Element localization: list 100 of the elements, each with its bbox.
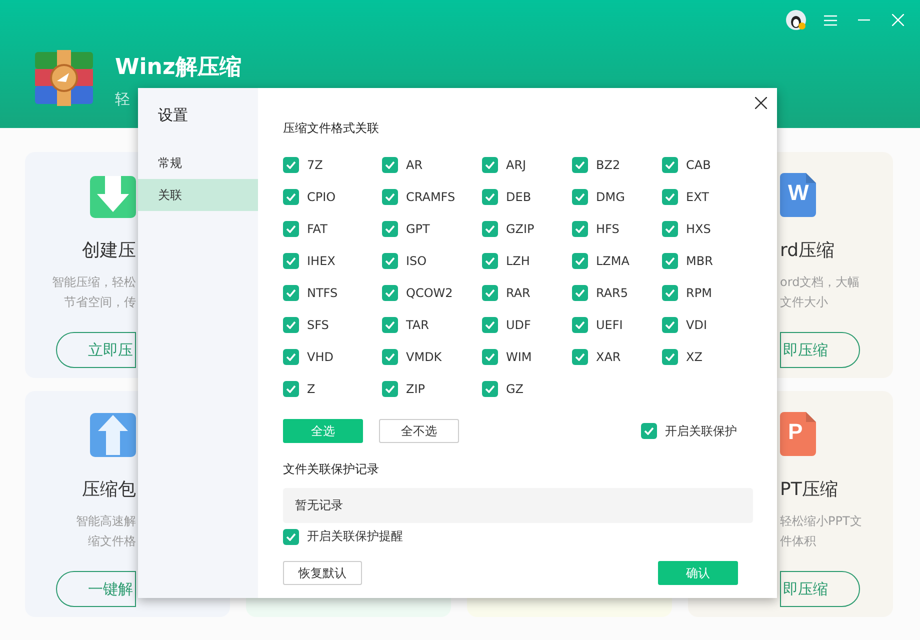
checkbox-label: HXS [686,222,711,236]
format-checkbox[interactable]: RAR5 [572,277,662,309]
check-icon [485,385,495,393]
icon-letter: P [788,419,803,445]
checkbox-label: RAR5 [596,286,628,300]
check-icon [485,289,495,297]
checkbox[interactable] [382,317,398,333]
checkbox[interactable] [283,349,299,365]
document-icon [780,173,816,217]
format-checkbox[interactable]: HFS [572,213,662,245]
format-checkbox[interactable]: WIM [482,341,572,373]
checkbox[interactable] [482,381,498,397]
check-icon [286,385,296,393]
checkbox[interactable] [662,285,678,301]
format-checkbox[interactable]: VMDK [382,341,482,373]
checkbox[interactable] [662,317,678,333]
archive-logo-icon [35,50,93,106]
checkbox[interactable] [283,253,299,269]
check-icon [665,353,675,361]
format-checkbox[interactable]: ZIP [382,373,482,405]
format-checkbox[interactable]: VHD [283,341,382,373]
format-checkbox[interactable]: CPIO [283,181,382,213]
check-icon [385,353,395,361]
sidebar-item[interactable]: 常规 [138,147,258,179]
format-checkbox[interactable]: IHEX [283,245,382,277]
format-checkbox[interactable]: RAR [482,277,572,309]
checkbox[interactable] [382,189,398,205]
format-checkbox[interactable]: GPT [382,213,482,245]
format-checkbox[interactable]: XAR [572,341,662,373]
checkbox[interactable] [382,381,398,397]
checkbox[interactable] [482,317,498,333]
card-title: PT压缩 [780,478,838,501]
checkbox[interactable] [662,221,678,237]
checkbox[interactable] [382,157,398,173]
reset-button[interactable]: 恢复默认 [283,561,362,585]
checkbox[interactable] [382,349,398,365]
format-checkbox[interactable]: CRAMFS [382,181,482,213]
format-checkbox[interactable]: UDF [482,309,572,341]
format-checkbox[interactable]: Z [283,373,382,405]
checkbox[interactable] [482,157,498,173]
select-none-button[interactable]: 全不选 [379,419,459,443]
format-checkbox[interactable]: UEFI [572,309,662,341]
format-checkbox[interactable]: VDI [662,309,752,341]
format-checkbox[interactable]: 开启关联保护提醒 [283,528,753,545]
format-checkbox[interactable]: AR [382,149,482,181]
format-checkbox[interactable]: GZIP [482,213,572,245]
format-checkbox[interactable]: CAB [662,149,752,181]
format-checkbox[interactable]: 7Z [283,149,382,181]
checkbox[interactable] [283,317,299,333]
checkbox[interactable] [482,253,498,269]
format-checkbox[interactable]: EXT [662,181,752,213]
format-checkbox[interactable]: ARJ [482,149,572,181]
record-field: 暂无记录 [283,488,753,523]
format-checkbox[interactable]: MBR [662,245,752,277]
checkbox[interactable] [662,253,678,269]
checkbox-label: Z [307,382,316,396]
format-checkbox[interactable]: LZH [482,245,572,277]
checkbox[interactable] [572,349,588,365]
checkbox[interactable] [283,285,299,301]
format-checkbox[interactable]: BZ2 [572,149,662,181]
sidebar-item[interactable]: 关联 [138,179,258,211]
checkbox[interactable] [572,189,588,205]
format-checkbox[interactable]: SFS [283,309,382,341]
format-checkbox[interactable]: XZ [662,341,752,373]
format-checkbox[interactable]: RPM [662,277,752,309]
format-checkbox[interactable]: LZMA [572,245,662,277]
checkbox[interactable] [283,189,299,205]
format-checkbox[interactable]: DEB [482,181,572,213]
format-checkbox[interactable]: NTFS [283,277,382,309]
format-checkbox[interactable]: FAT [283,213,382,245]
checkbox[interactable] [283,528,299,544]
checkbox[interactable] [572,157,588,173]
checkbox[interactable] [482,285,498,301]
checkbox[interactable] [283,381,299,397]
avatar-icon[interactable] [786,10,806,30]
checkbox-label: EXT [686,190,709,204]
checkbox[interactable] [572,221,588,237]
checkbox[interactable] [572,253,588,269]
checkbox[interactable] [482,221,498,237]
format-checkbox[interactable]: 开启关联保护 [641,422,737,440]
checkbox[interactable] [283,157,299,173]
check-icon [286,289,296,297]
format-checkbox[interactable]: HXS [662,213,752,245]
checkbox[interactable] [572,317,588,333]
checkbox[interactable] [482,189,498,205]
checkbox[interactable] [641,423,657,439]
checkbox[interactable] [382,221,398,237]
format-checkbox[interactable]: DMG [572,181,662,213]
checkbox[interactable] [662,157,678,173]
checkbox[interactable] [662,189,678,205]
checkbox[interactable] [662,349,678,365]
checkbox[interactable] [382,285,398,301]
checkbox[interactable] [572,285,588,301]
format-checkbox[interactable]: GZ [482,373,572,405]
format-checkbox[interactable]: ISO [382,245,482,277]
format-checkbox[interactable]: TAR [382,309,482,341]
format-checkbox[interactable]: QCOW2 [382,277,482,309]
checkbox[interactable] [283,221,299,237]
checkbox[interactable] [482,349,498,365]
checkbox[interactable] [382,253,398,269]
